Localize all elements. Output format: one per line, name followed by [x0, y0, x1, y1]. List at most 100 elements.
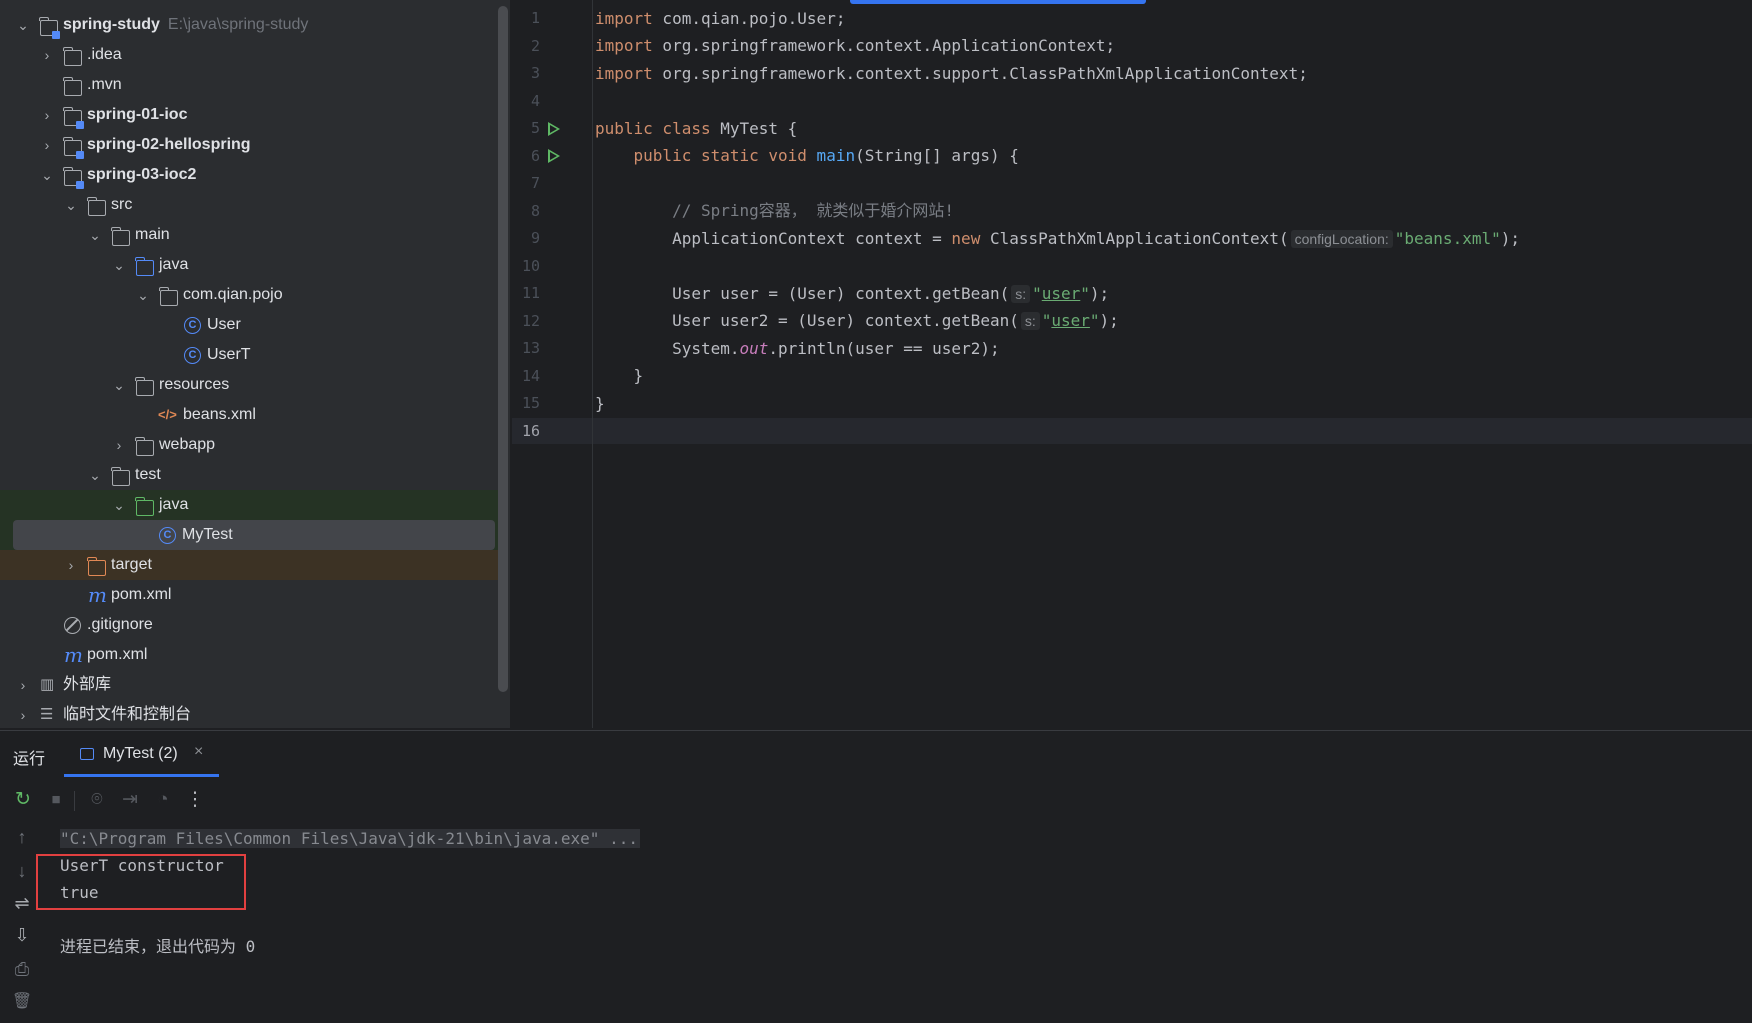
tree-item-mytest-row-bg: C MyTest — [0, 520, 508, 550]
chevron-down-icon[interactable]: ⌄ — [16, 10, 30, 40]
code-line-2: import org.springframework.context.Appli… — [595, 36, 1116, 55]
tree-item-label: java — [159, 256, 189, 273]
camera-icon[interactable]: ⌾ — [84, 781, 110, 819]
line-number: 10 — [521, 256, 540, 275]
console-command-line: "C:\Program Files\Common Files\Java\jdk-… — [60, 829, 640, 848]
chevron-right-icon[interactable]: › — [64, 550, 78, 580]
tree-item-pom-module[interactable]: m pom.xml — [0, 580, 508, 610]
active-tab-indicator — [850, 0, 1146, 4]
line-number: 3 — [530, 64, 540, 82]
package-icon — [159, 287, 178, 306]
tree-item-mytest[interactable]: C MyTest — [13, 520, 495, 550]
xml-file-icon: </> — [158, 407, 177, 422]
tree-item-package[interactable]: ⌄ com.qian.pojo — [0, 280, 508, 310]
chevron-right-icon[interactable]: › — [40, 40, 54, 70]
run-main-icon[interactable] — [548, 149, 560, 163]
tree-item-scratches[interactable]: › ☰ 临时文件和控制台 — [0, 700, 508, 728]
run-header: 运行 MyTest (2) × — [0, 731, 1752, 777]
line-number: 12 — [521, 311, 540, 330]
run-toolbar: ↻ ■ ⌾ ⇥ ◔ ⋮ — [0, 781, 1752, 819]
tree-item-webapp[interactable]: › webapp — [0, 430, 508, 460]
line-number: 2 — [530, 36, 540, 55]
run-tab-label: MyTest (2) — [103, 745, 178, 762]
coverage-icon[interactable]: ◔ — [150, 781, 176, 819]
line-number: 14 — [521, 366, 540, 385]
chevron-down-icon[interactable]: ⌄ — [112, 490, 126, 520]
more-icon[interactable]: ⋮ — [182, 781, 208, 819]
chevron-right-icon[interactable]: › — [112, 430, 126, 460]
chevron-right-icon[interactable]: › — [40, 130, 54, 160]
tree-item-spring-01-ioc[interactable]: › spring-01-ioc — [0, 100, 508, 130]
highlight-annotation-box — [36, 854, 246, 910]
tree-item-spring-03-ioc2[interactable]: ⌄ spring-03-ioc2 — [0, 160, 508, 190]
scroll-to-end-icon[interactable]: ⇩ — [10, 925, 34, 946]
chevron-down-icon[interactable]: ⌄ — [112, 370, 126, 400]
tree-item-test[interactable]: ⌄ test — [0, 460, 508, 490]
code-line-15: } — [595, 394, 605, 413]
arrow-up-icon[interactable]: ↑ — [10, 827, 34, 848]
tree-root-path: E:\java\spring-study — [167, 16, 309, 33]
folder-icon — [111, 467, 130, 486]
library-icon: ▥ — [40, 676, 55, 693]
tree-item-label: pom.xml — [111, 586, 172, 603]
line-number: 1 — [530, 9, 540, 27]
maven-icon: m — [64, 643, 83, 667]
tree-item-gitignore[interactable]: .gitignore — [0, 610, 508, 640]
tree-item-label: spring-03-ioc2 — [87, 166, 197, 183]
line-number: 4 — [530, 91, 540, 110]
active-tab-indicator — [64, 774, 219, 777]
tree-item-label: test — [135, 466, 161, 483]
tree-item-mvn[interactable]: .mvn — [0, 70, 508, 100]
run-tab-mytest[interactable]: MyTest (2) × — [64, 731, 219, 777]
tree-item-beans-xml[interactable]: </> beans.xml — [0, 400, 508, 430]
test-folder-icon — [135, 497, 154, 516]
tree-item-external-libs[interactable]: › ▥ 外部库 — [0, 670, 508, 700]
tree-root[interactable]: ⌄ spring-study E:\java\spring-study — [0, 10, 508, 40]
tree-item-label: 临时文件和控制台 — [63, 706, 192, 723]
tree-item-src[interactable]: ⌄ src — [0, 190, 508, 220]
rerun-icon[interactable]: ↻ — [10, 781, 36, 819]
scratches-icon: ☰ — [40, 706, 54, 723]
tree-item-label: UserT — [207, 346, 251, 363]
chevron-down-icon[interactable]: ⌄ — [40, 160, 54, 190]
tree-scrollbar[interactable] — [498, 6, 508, 692]
tree-item-label: main — [135, 226, 170, 243]
tree-item-pom-root[interactable]: m pom.xml — [0, 640, 508, 670]
param-hint: s: — [1011, 285, 1031, 303]
tree-item-java-main[interactable]: ⌄ java — [0, 250, 508, 280]
run-config-icon — [80, 748, 94, 760]
arrow-down-icon[interactable]: ↓ — [10, 861, 34, 882]
chevron-right-icon[interactable]: › — [40, 100, 54, 130]
run-class-icon[interactable] — [548, 122, 560, 136]
chevron-down-icon[interactable]: ⌄ — [88, 460, 102, 490]
tree-item-usert[interactable]: C UserT — [0, 340, 508, 370]
trash-icon[interactable]: 🗑 — [10, 991, 34, 1011]
tree-item-java-test[interactable]: ⌄ java — [0, 490, 508, 520]
chevron-down-icon[interactable]: ⌄ — [112, 250, 126, 280]
code-editor[interactable]: 1 2 3 4 5 6 7 8 9 10 11 12 13 14 15 16 import com.qian.… — [512, 0, 1752, 728]
tree-item-main[interactable]: ⌄ main — [0, 220, 508, 250]
print-icon[interactable]: ⎙ — [10, 959, 34, 980]
chevron-down-icon[interactable]: ⌄ — [136, 280, 150, 310]
tree-item-resources[interactable]: ⌄ resources — [0, 370, 508, 400]
folder-icon — [63, 77, 82, 96]
console-side-toolbar: ↑ ↓ ⇌ ⇩ ⎙ 🗑 — [0, 821, 44, 1021]
soft-wrap-icon[interactable]: ⇌ — [10, 893, 34, 914]
tree-item-spring-02-hellospring[interactable]: › spring-02-hellospring — [0, 130, 508, 160]
tree-item-user[interactable]: C User — [0, 310, 508, 340]
tree-item-target[interactable]: › target — [0, 550, 508, 580]
class-icon: C — [184, 347, 201, 364]
chevron-down-icon[interactable]: ⌄ — [64, 190, 78, 220]
class-icon: C — [184, 317, 201, 334]
tree-item-idea[interactable]: › .idea — [0, 40, 508, 70]
tree-item-label: spring-02-hellospring — [87, 136, 251, 153]
chevron-right-icon[interactable]: › — [16, 670, 30, 700]
ignore-file-icon — [64, 617, 81, 634]
chevron-right-icon[interactable]: › — [16, 700, 30, 728]
chevron-down-icon[interactable]: ⌄ — [88, 220, 102, 250]
gutter-divider — [592, 0, 593, 728]
run-title: 运行 — [13, 751, 46, 768]
exit-icon[interactable]: ⇥ — [117, 781, 143, 819]
stop-icon[interactable]: ■ — [43, 781, 69, 819]
close-icon[interactable]: × — [194, 743, 203, 761]
